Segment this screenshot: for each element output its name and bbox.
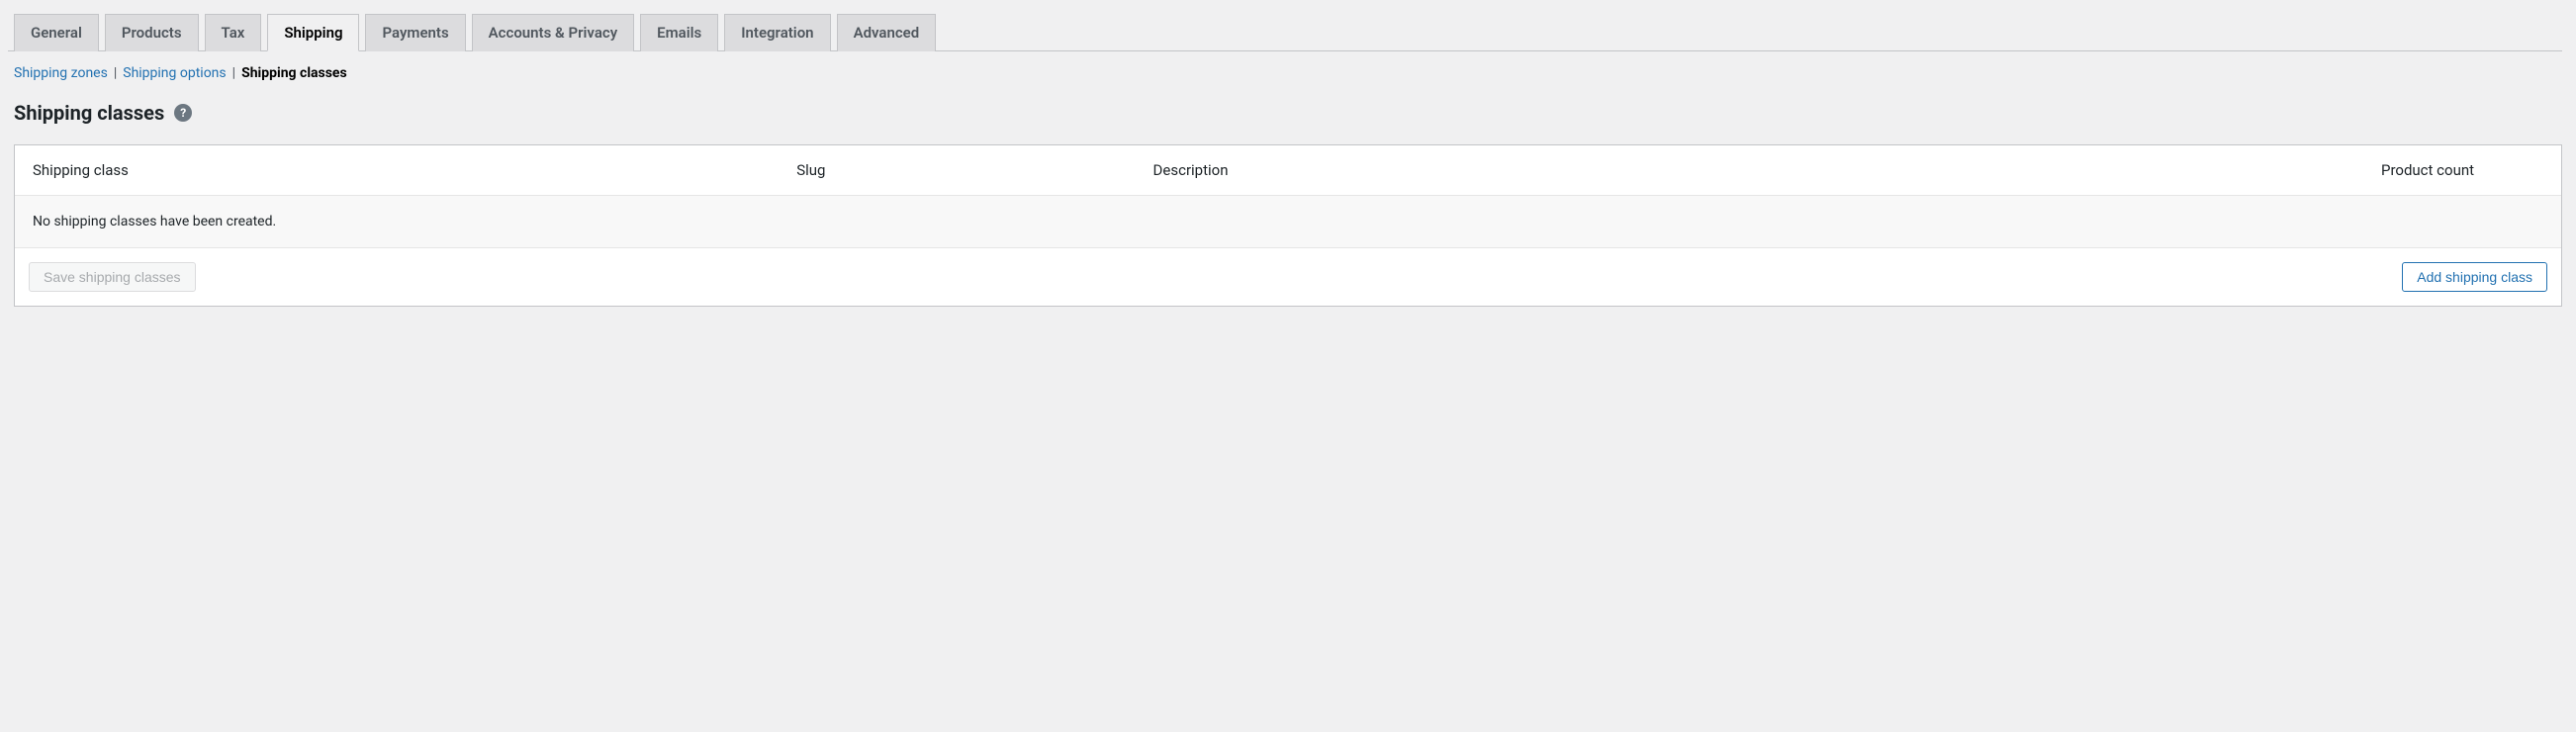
separator: |: [114, 65, 117, 81]
col-header-name: Shipping class: [15, 145, 779, 196]
tab-products[interactable]: Products: [105, 14, 199, 51]
settings-tabs: General Products Tax Shipping Payments A…: [8, 14, 2562, 51]
page-title: Shipping classes: [14, 101, 164, 125]
subnav-shipping-options[interactable]: Shipping options: [123, 65, 226, 81]
tab-emails[interactable]: Emails: [640, 14, 718, 51]
shipping-classes-table: Shipping class Slug Description Product …: [14, 144, 2562, 307]
tab-payments[interactable]: Payments: [365, 14, 465, 51]
col-header-description: Description: [1136, 145, 2363, 196]
subnav-shipping-classes: Shipping classes: [241, 65, 347, 81]
table-empty-row: No shipping classes have been created.: [15, 196, 2561, 248]
subnav-shipping-zones[interactable]: Shipping zones: [14, 65, 108, 81]
page-title-row: Shipping classes ?: [14, 101, 2562, 125]
col-header-count: Product count: [2363, 145, 2561, 196]
tab-general[interactable]: General: [14, 14, 99, 51]
tab-accounts-privacy[interactable]: Accounts & Privacy: [472, 14, 635, 51]
tab-tax[interactable]: Tax: [205, 14, 262, 51]
separator: |: [232, 65, 235, 81]
tab-shipping[interactable]: Shipping: [267, 14, 359, 51]
col-header-slug: Slug: [779, 145, 1135, 196]
shipping-subnav: Shipping zones | Shipping options | Ship…: [14, 65, 2562, 81]
help-icon[interactable]: ?: [174, 104, 192, 122]
tab-integration[interactable]: Integration: [724, 14, 830, 51]
add-shipping-class-button[interactable]: Add shipping class: [2402, 262, 2547, 292]
save-button: Save shipping classes: [29, 262, 196, 292]
empty-message: No shipping classes have been created.: [15, 196, 2561, 248]
table-footer: Save shipping classes Add shipping class: [15, 248, 2561, 306]
tab-advanced[interactable]: Advanced: [837, 14, 937, 51]
